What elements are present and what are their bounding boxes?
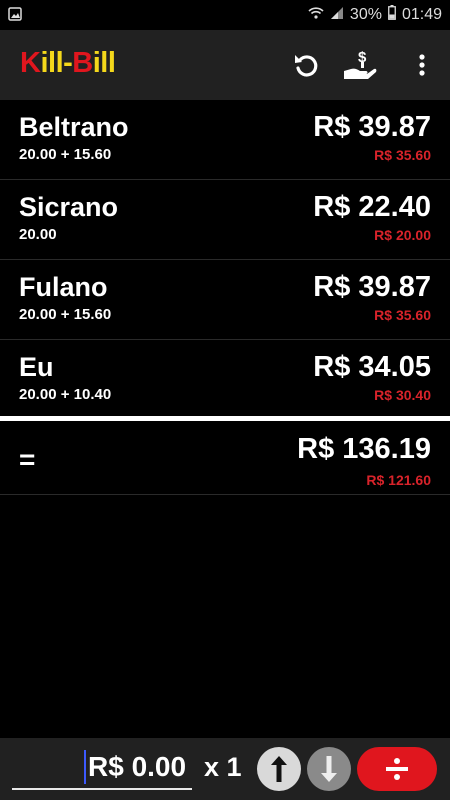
- summary-subtotal: R$ 121.60: [366, 472, 431, 488]
- person-detail: 20.00 + 15.60: [19, 306, 112, 323]
- list-item[interactable]: Sicrano 20.00 R$ 22.40 R$ 20.00: [0, 180, 450, 260]
- person-detail: 20.00 + 15.60: [19, 146, 112, 163]
- gallery-notification-icon: [8, 7, 22, 21]
- text-cursor: [84, 750, 86, 784]
- person-detail: 20.00 + 10.40: [19, 386, 112, 403]
- person-subtotal: R$ 20.00: [374, 227, 431, 243]
- person-subtotal: R$ 35.60: [374, 147, 431, 163]
- clock: 01:49: [401, 6, 442, 23]
- app-title: Kill-Bill: [20, 47, 116, 79]
- arrow-up-icon: [271, 756, 287, 782]
- wifi-icon: [308, 6, 324, 25]
- person-detail: 20.00: [19, 226, 57, 243]
- person-total: R$ 22.40: [313, 191, 431, 223]
- app-bar: Kill-Bill $: [0, 30, 450, 100]
- decrease-multiplier-button[interactable]: [307, 747, 351, 791]
- person-subtotal: R$ 30.40: [374, 387, 431, 403]
- divide-button[interactable]: [357, 747, 437, 791]
- person-name: Sicrano: [19, 192, 119, 222]
- arrow-down-icon: [321, 756, 337, 782]
- input-bar: R$ 0.00 x 1: [0, 738, 450, 800]
- more-vert-icon[interactable]: [408, 30, 436, 100]
- person-total: R$ 39.87: [313, 111, 431, 143]
- person-total: R$ 39.87: [313, 271, 431, 303]
- people-list: Beltrano 20.00 + 15.60 R$ 39.87 R$ 35.60…: [0, 100, 450, 420]
- multiplier-label[interactable]: x 1: [204, 752, 242, 783]
- person-name: Eu: [19, 352, 54, 382]
- amount-input[interactable]: R$ 0.00: [12, 746, 192, 790]
- increase-multiplier-button[interactable]: [257, 747, 301, 791]
- person-name: Fulano: [19, 272, 108, 302]
- person-total: R$ 34.05: [313, 351, 431, 383]
- summary-total: R$ 136.19: [297, 433, 431, 465]
- undo-icon[interactable]: [288, 30, 324, 100]
- person-name: Beltrano: [19, 112, 129, 142]
- status-bar: 30% 01:49: [0, 0, 450, 30]
- hand-coin-icon[interactable]: $: [340, 30, 380, 100]
- summary-row: = R$ 136.19 R$ 121.60: [0, 421, 450, 495]
- person-subtotal: R$ 35.60: [374, 307, 431, 323]
- signal-icon: [330, 6, 344, 25]
- list-item[interactable]: Eu 20.00 + 10.40 R$ 34.05 R$ 30.40: [0, 340, 450, 420]
- amount-value: R$ 0.00: [88, 751, 187, 782]
- divide-icon: [386, 758, 408, 780]
- battery-percent: 30%: [349, 6, 382, 23]
- list-item[interactable]: Beltrano 20.00 + 15.60 R$ 39.87 R$ 35.60: [0, 100, 450, 180]
- summary-label: =: [19, 444, 36, 475]
- battery-icon: [388, 5, 396, 25]
- list-item[interactable]: Fulano 20.00 + 15.60 R$ 39.87 R$ 35.60: [0, 260, 450, 340]
